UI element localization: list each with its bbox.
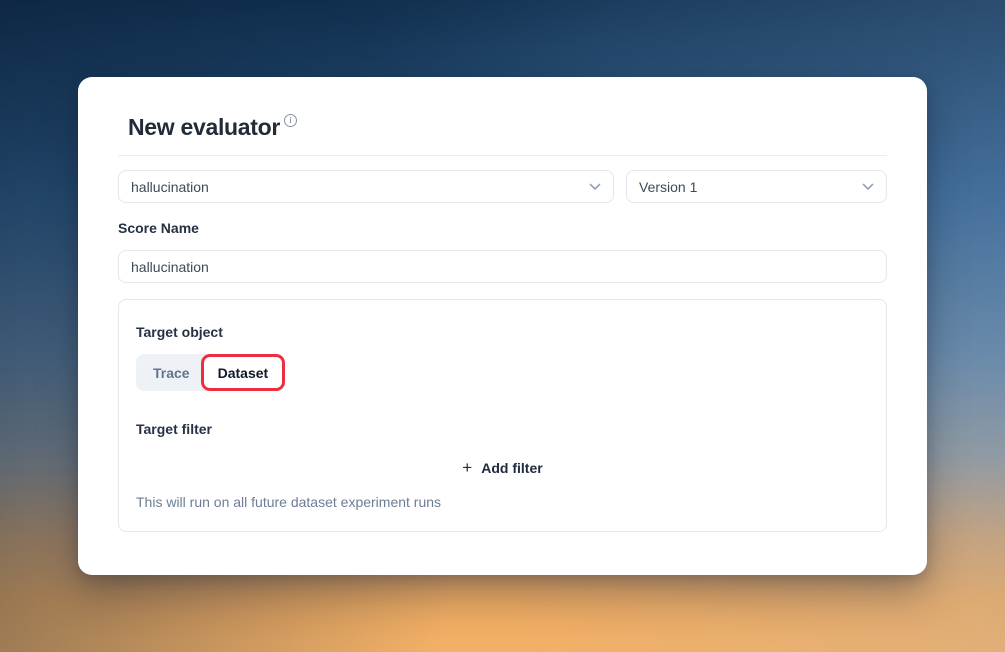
add-filter-label: Add filter <box>481 460 542 476</box>
score-name-input[interactable] <box>118 250 887 283</box>
version-select-value: Version 1 <box>639 179 697 195</box>
tab-dataset[interactable]: Dataset <box>204 357 283 388</box>
info-icon[interactable]: i <box>284 114 297 127</box>
version-select[interactable]: Version 1 <box>626 170 887 203</box>
evaluator-select-value: hallucination <box>131 179 209 195</box>
evaluator-select[interactable]: hallucination <box>118 170 614 203</box>
target-card: Target object Trace Dataset Target filte… <box>118 299 887 532</box>
new-evaluator-modal: New evaluator i hallucination Version 1 … <box>78 77 927 575</box>
add-filter-row: + Add filter <box>136 460 869 476</box>
add-filter-button[interactable]: + Add filter <box>462 460 542 476</box>
chevron-down-icon <box>589 183 601 191</box>
page-title: New evaluator <box>128 113 280 141</box>
chevron-down-icon <box>862 183 874 191</box>
selects-row: hallucination Version 1 <box>118 170 887 203</box>
header-divider <box>118 155 887 156</box>
tab-trace[interactable]: Trace <box>139 357 204 388</box>
target-object-segmented-control: Trace Dataset <box>136 354 285 391</box>
target-object-label: Target object <box>136 324 869 341</box>
desktop-background: { "theme": { "accent_red": "#ee2e3e", "b… <box>0 0 1005 652</box>
target-note: This will run on all future dataset expe… <box>136 494 869 511</box>
modal-header: New evaluator i <box>78 77 927 141</box>
target-filter-label: Target filter <box>136 421 869 438</box>
plus-icon: + <box>462 461 472 475</box>
score-name-label: Score Name <box>118 220 887 237</box>
